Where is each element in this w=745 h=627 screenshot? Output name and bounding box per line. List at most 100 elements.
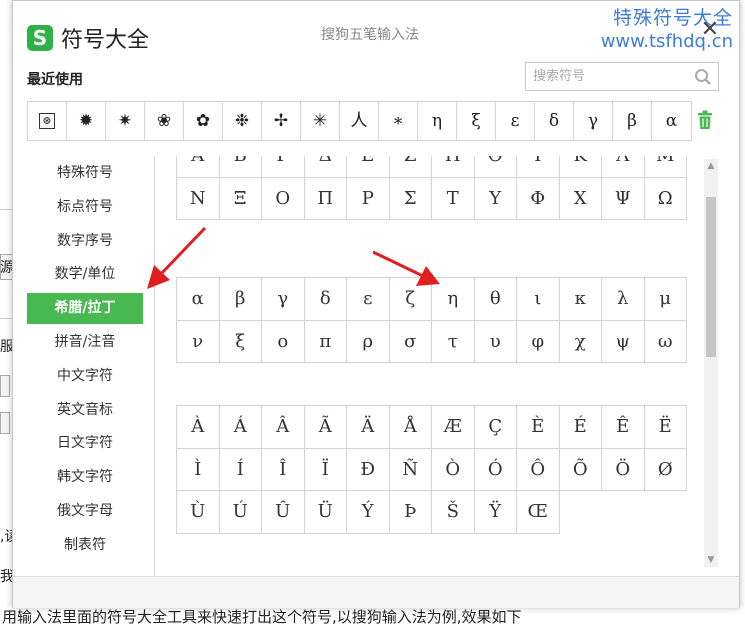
scroll-down-icon[interactable]: ▼: [704, 553, 718, 567]
symbol-cell[interactable]: Ä: [347, 406, 390, 449]
symbol-cell[interactable]: Ç: [474, 406, 517, 449]
symbol-cell[interactable]: Λ: [602, 156, 645, 178]
symbol-cell[interactable]: Á: [219, 406, 262, 449]
symbol-cell[interactable]: Κ: [559, 156, 602, 178]
symbol-cell[interactable]: Ì: [177, 448, 220, 491]
symbol-cell[interactable]: Ô: [517, 448, 560, 491]
symbol-cell[interactable]: Φ: [517, 177, 560, 220]
symbol-cell[interactable]: ω: [644, 320, 687, 363]
symbol-cell[interactable]: Š: [432, 491, 475, 534]
symbol-cell[interactable]: Æ: [432, 406, 475, 449]
scroll-thumb[interactable]: [706, 197, 716, 357]
symbol-cell[interactable]: χ: [559, 320, 602, 363]
symbol-cell[interactable]: Ï: [304, 448, 347, 491]
trash-icon[interactable]: [697, 110, 713, 130]
recent-symbol[interactable]: ✢: [262, 102, 301, 140]
recent-symbol[interactable]: ε: [496, 102, 535, 140]
symbol-cell[interactable]: Û: [262, 491, 305, 534]
sidebar-item[interactable]: 韩文字符: [27, 462, 143, 493]
symbol-cell[interactable]: γ: [262, 278, 305, 321]
symbol-cell[interactable]: Ö: [602, 448, 645, 491]
recent-symbol[interactable]: η: [418, 102, 457, 140]
recent-symbol[interactable]: ❉: [223, 102, 262, 140]
symbol-cell[interactable]: ε: [347, 278, 390, 321]
symbol-cell[interactable]: Θ: [474, 156, 517, 178]
sidebar-item[interactable]: 日文字符: [27, 428, 143, 459]
symbol-cell[interactable]: Ω: [644, 177, 687, 220]
symbol-cell[interactable]: ο: [262, 320, 305, 363]
symbol-cell[interactable]: θ: [474, 278, 517, 321]
symbol-cell[interactable]: ρ: [347, 320, 390, 363]
symbol-cell[interactable]: Δ: [304, 156, 347, 178]
symbol-cell[interactable]: Ü: [304, 491, 347, 534]
recent-symbol[interactable]: ∗: [379, 102, 418, 140]
symbol-cell[interactable]: Ρ: [347, 177, 390, 220]
symbol-cell[interactable]: ν: [177, 320, 220, 363]
recent-symbol[interactable]: ✹: [67, 102, 106, 140]
symbol-cell[interactable]: Ζ: [389, 156, 432, 178]
symbol-cell[interactable]: ι: [517, 278, 560, 321]
search-icon[interactable]: [694, 68, 712, 86]
symbol-cell[interactable]: Χ: [559, 177, 602, 220]
symbol-cell[interactable]: Ù: [177, 491, 220, 534]
sidebar-item[interactable]: 数学/单位: [27, 259, 143, 290]
symbol-cell[interactable]: Σ: [389, 177, 432, 220]
symbol-cell[interactable]: Β: [219, 156, 262, 178]
symbol-cell[interactable]: Γ: [262, 156, 305, 178]
recent-symbol[interactable]: ✿: [184, 102, 223, 140]
symbol-cell[interactable]: Ψ: [602, 177, 645, 220]
symbol-cell[interactable]: Τ: [432, 177, 475, 220]
sidebar-item[interactable]: 俄文字母: [27, 496, 143, 527]
symbol-cell[interactable]: Ê: [602, 406, 645, 449]
recent-symbol[interactable]: α: [652, 102, 691, 140]
symbol-cell[interactable]: É: [559, 406, 602, 449]
symbol-cell[interactable]: Ι: [517, 156, 560, 178]
sidebar-item[interactable]: 拼音/注音: [27, 327, 143, 358]
symbol-cell[interactable]: Ó: [474, 448, 517, 491]
symbol-cell[interactable]: Ë: [644, 406, 687, 449]
sidebar-item[interactable]: 希腊/拉丁: [27, 293, 143, 325]
scroll-up-icon[interactable]: ▲: [704, 159, 718, 173]
symbol-cell[interactable]: φ: [517, 320, 560, 363]
sidebar-item[interactable]: 中文字符: [27, 361, 143, 392]
sidebar-item[interactable]: 特殊符号: [27, 158, 143, 189]
recent-symbol[interactable]: ⼈: [340, 102, 379, 140]
symbol-cell[interactable]: Ο: [262, 177, 305, 220]
symbol-cell[interactable]: σ: [389, 320, 432, 363]
symbol-cell[interactable]: Ε: [347, 156, 390, 178]
symbol-cell[interactable]: π: [304, 320, 347, 363]
recent-symbol[interactable]: ❀: [145, 102, 184, 140]
recent-symbol[interactable]: ξ: [457, 102, 496, 140]
recent-symbol[interactable]: δ: [535, 102, 574, 140]
symbol-cell[interactable]: Ν: [177, 177, 220, 220]
symbol-cell[interactable]: υ: [474, 320, 517, 363]
symbol-cell[interactable]: τ: [432, 320, 475, 363]
symbol-cell[interactable]: δ: [304, 278, 347, 321]
sidebar-item[interactable]: 标点符号: [27, 192, 143, 223]
symbol-cell[interactable]: ξ: [219, 320, 262, 363]
symbol-cell[interactable]: Ÿ: [474, 491, 517, 534]
symbol-cell[interactable]: Õ: [559, 448, 602, 491]
symbol-cell[interactable]: Ò: [432, 448, 475, 491]
symbol-cell[interactable]: Å: [389, 406, 432, 449]
symbol-cell[interactable]: α: [177, 278, 220, 321]
symbol-cell[interactable]: È: [517, 406, 560, 449]
sidebar-item[interactable]: 制表符: [27, 530, 143, 561]
recent-symbol[interactable]: ✳: [301, 102, 340, 140]
symbol-cell[interactable]: Π: [304, 177, 347, 220]
symbol-cell[interactable]: μ: [644, 278, 687, 321]
content-scrollbar[interactable]: ▲ ▼: [704, 159, 718, 567]
symbol-cell[interactable]: η: [432, 278, 475, 321]
recent-symbol[interactable]: ⊛: [28, 102, 67, 140]
symbol-cell[interactable]: Î: [262, 448, 305, 491]
symbol-cell[interactable]: Þ: [389, 491, 432, 534]
symbol-cell[interactable]: Υ: [474, 177, 517, 220]
symbol-cell[interactable]: Η: [432, 156, 475, 178]
search-input[interactable]: [526, 63, 686, 90]
recent-symbol[interactable]: γ: [574, 102, 613, 140]
symbol-cell[interactable]: Í: [219, 448, 262, 491]
sidebar-item[interactable]: 数字序号: [27, 226, 143, 257]
symbol-cell[interactable]: ζ: [389, 278, 432, 321]
recent-symbol[interactable]: ✷: [106, 102, 145, 140]
recent-symbol[interactable]: β: [613, 102, 652, 140]
